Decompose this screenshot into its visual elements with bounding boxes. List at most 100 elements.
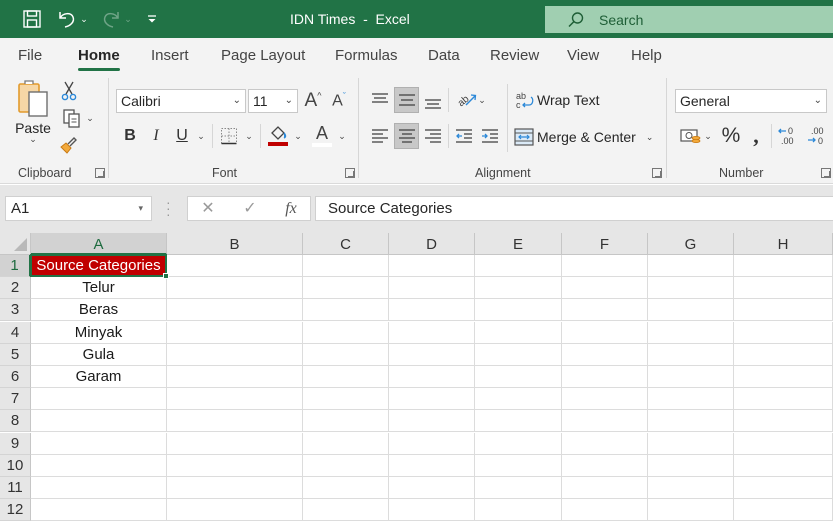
column-header-g[interactable]: G [648,233,734,255]
cell-f8[interactable] [562,410,648,433]
paste-dropdown-icon[interactable]: ⌄ [29,134,37,145]
cell-a2[interactable]: Telur [31,277,167,300]
cell-e3[interactable] [475,299,562,322]
cell-b2[interactable] [167,277,303,300]
wrap-text-button[interactable]: ab c Wrap Text [515,88,601,112]
orientation-button[interactable]: ab ⌄ [453,88,489,112]
save-button[interactable] [20,8,44,30]
cell-e9[interactable] [475,432,562,455]
cell-f9[interactable] [562,432,648,455]
tab-file[interactable]: File [18,38,42,74]
cell-e5[interactable] [475,343,562,366]
cell-d7[interactable] [389,388,475,411]
row-header-9[interactable]: 9 [0,432,31,455]
font-size-select[interactable]: 11 ⌄ [248,89,298,113]
cell-g7[interactable] [648,388,734,411]
cell-b1[interactable] [167,255,303,277]
cell-c1[interactable] [303,255,389,277]
middle-align-button[interactable] [394,87,419,113]
cell-b11[interactable] [167,477,303,499]
cell-a4[interactable]: Minyak [31,321,167,344]
cell-b9[interactable] [167,432,303,455]
cell-h12[interactable] [734,499,833,521]
decrease-decimal-button[interactable]: .00 0 [804,123,830,149]
cell-h4[interactable] [734,321,833,344]
copy-button[interactable]: ⌄ [58,107,98,129]
cell-c9[interactable] [303,432,389,455]
cell-g9[interactable] [648,432,734,455]
row-header-5[interactable]: 5 [0,343,31,366]
cell-d5[interactable] [389,343,475,366]
cell-b10[interactable] [167,454,303,477]
cell-a11[interactable] [31,477,167,499]
row-header-7[interactable]: 7 [0,388,31,411]
undo-dropdown-icon[interactable]: ⌄ [80,14,88,25]
cell-a5[interactable]: Gula [31,343,167,366]
redo-button[interactable]: ⌄ [98,8,134,30]
cell-d9[interactable] [389,432,475,455]
tab-data[interactable]: Data [428,38,460,74]
tab-formulas[interactable]: Formulas [335,38,398,74]
cell-b12[interactable] [167,499,303,521]
cell-e8[interactable] [475,410,562,433]
cell-c11[interactable] [303,477,389,499]
increase-font-size-button[interactable]: A^ [302,89,324,113]
cell-h3[interactable] [734,299,833,322]
clipboard-launcher-icon[interactable] [95,168,105,178]
top-align-button[interactable] [368,88,392,112]
font-color-button[interactable]: A [310,122,334,148]
confirm-entry-button[interactable]: ✓ [235,197,265,220]
align-left-button[interactable] [368,124,392,148]
paste-button[interactable]: Paste ⌄ [12,78,54,160]
row-header-6[interactable]: 6 [0,366,31,388]
cell-c5[interactable] [303,343,389,366]
align-right-button[interactable] [421,124,445,148]
cell-c6[interactable] [303,366,389,388]
column-header-e[interactable]: E [475,233,562,255]
cell-c3[interactable] [303,299,389,322]
number-launcher-icon[interactable] [821,168,831,178]
tab-page-layout[interactable]: Page Layout [221,38,305,74]
borders-button[interactable] [218,124,240,148]
fill-color-dropdown-icon[interactable]: ⌄ [292,124,304,148]
increase-indent-button[interactable] [478,124,502,148]
cell-f6[interactable] [562,366,648,388]
cell-h5[interactable] [734,343,833,366]
align-center-button[interactable] [394,123,419,149]
cell-b5[interactable] [167,343,303,366]
merge-center-button[interactable]: Merge & Center ⌄ [514,125,656,149]
font-launcher-icon[interactable] [345,168,355,178]
cell-g2[interactable] [648,277,734,300]
cell-e12[interactable] [475,499,562,521]
cell-a10[interactable] [31,454,167,477]
cell-f2[interactable] [562,277,648,300]
cell-g12[interactable] [648,499,734,521]
number-format-select[interactable]: General ⌄ [675,89,827,113]
fill-handle[interactable] [163,273,169,280]
cell-d12[interactable] [389,499,475,521]
column-header-d[interactable]: D [389,233,475,255]
underline-button[interactable]: U [171,124,193,148]
cell-f10[interactable] [562,454,648,477]
cell-h10[interactable] [734,454,833,477]
comma-style-button[interactable]: , [746,123,766,149]
formula-input[interactable]: Source Categories [315,196,833,221]
cell-a9[interactable] [31,432,167,455]
row-header-8[interactable]: 8 [0,410,31,433]
cell-f11[interactable] [562,477,648,499]
cell-h1[interactable] [734,255,833,277]
cell-a12[interactable] [31,499,167,521]
cell-e1[interactable] [475,255,562,277]
insert-function-button[interactable]: fx [276,197,306,220]
column-header-c[interactable]: C [303,233,389,255]
cell-e2[interactable] [475,277,562,300]
cell-e11[interactable] [475,477,562,499]
bold-button[interactable]: B [119,124,141,148]
cell-e7[interactable] [475,388,562,411]
cell-a8[interactable] [31,410,167,433]
cell-d3[interactable] [389,299,475,322]
column-header-h[interactable]: H [734,233,833,255]
font-color-dropdown-icon[interactable]: ⌄ [336,124,348,148]
cell-g8[interactable] [648,410,734,433]
cell-b3[interactable] [167,299,303,322]
